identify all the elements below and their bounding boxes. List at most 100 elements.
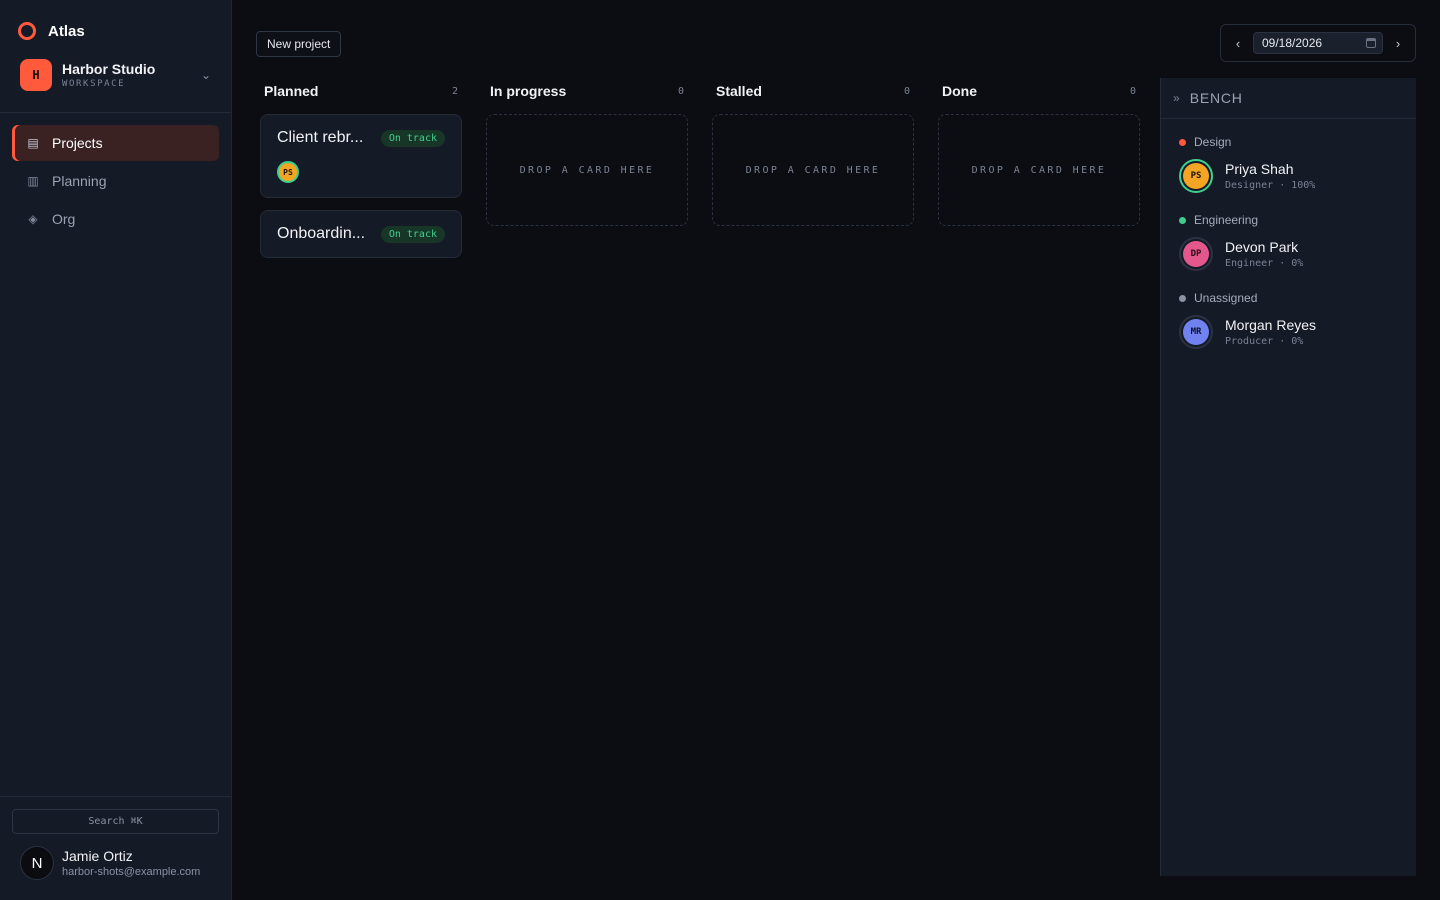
chevron-down-icon[interactable]: ⌄ [201,68,211,82]
group-name: Engineering [1194,213,1259,227]
column-body: DROP A CARD HERE [486,114,688,226]
person-role: Engineer [1225,258,1274,269]
group-name: Design [1194,135,1232,149]
calendar-icon[interactable] [1366,38,1376,48]
app-root: Atlas H Harbor Studio WORKSPACE ⌄ ▤ Proj… [0,0,1440,900]
column-count: 0 [903,85,910,97]
column-header: Planned 2 [260,78,462,104]
avatar-initials: MR [1183,319,1209,345]
user-profile[interactable]: N Jamie Ortiz harbor-shots@example.com [12,846,219,880]
column-in-progress: In progress 0 DROP A CARD HERE [486,78,688,270]
group-label: Design [1179,135,1398,149]
new-project-button[interactable]: New project [256,31,342,57]
card-header: Client rebr... On track [277,129,445,147]
column-body: DROP A CARD HERE [712,114,914,226]
avatar-initials: PS [1183,163,1209,189]
bench-person[interactable]: PS Priya Shah Designer · 100% [1179,159,1398,193]
sidebar-footer: Search ⌘K N Jamie Ortiz harbor-shots@exa… [0,796,231,900]
sidebar: Atlas H Harbor Studio WORKSPACE ⌄ ▤ Proj… [0,0,232,900]
card-header: Onboardin... On track [277,225,445,243]
column-done: Done 0 DROP A CARD HERE [938,78,1140,270]
sidebar-item-label: Org [52,211,76,227]
person-text: Priya Shah Designer · 100% [1225,161,1315,191]
card-title: Client rebr... [277,129,364,146]
bench-person[interactable]: MR Morgan Reyes Producer · 0% [1179,315,1398,349]
person-name: Priya Shah [1225,161,1294,177]
drop-zone[interactable]: DROP A CARD HERE [938,114,1140,226]
search-button[interactable]: Search ⌘K [12,809,219,834]
list-icon: ▤ [27,136,39,150]
date-input[interactable]: 09/18/2026 [1253,32,1383,54]
group-dot-icon [1179,216,1186,224]
bench-header[interactable]: » BENCH [1161,78,1416,119]
project-card[interactable]: Client rebr... On track PS [260,114,462,198]
sidebar-item-projects[interactable]: ▤ Projects [12,125,219,161]
person-text: Morgan Reyes Producer · 0% [1225,317,1316,347]
app-name: Atlas [48,22,85,40]
column-count: 0 [1129,85,1136,97]
status-badge: On track [380,225,445,243]
date-value: 09/18/2026 [1262,36,1323,50]
avatar: MR [1179,315,1213,349]
person-role: Designer [1225,180,1274,191]
person-meta: Producer · 0% [1225,336,1304,347]
column-title: Stalled [716,83,762,99]
drop-zone[interactable]: DROP A CARD HERE [486,114,688,226]
diamond-icon: ◈ [28,212,38,226]
status-badge: On track [380,129,445,147]
sidebar-item-org[interactable]: ◈ Org [12,201,219,237]
avatar: DP [1179,237,1213,271]
workspace-text: Harbor Studio WORKSPACE [62,61,191,89]
person-allocation: 0% [1291,336,1304,347]
column-count: 2 [451,85,458,97]
workspace-subtitle: WORKSPACE [62,79,126,89]
group-dot-icon [1179,138,1186,146]
column-body: Client rebr... On track PS Onboardin... … [260,114,462,258]
workspace-switcher[interactable]: H Harbor Studio WORKSPACE ⌄ [20,58,219,92]
bench-panel: » BENCH Design PS Priya Shah Designer · … [1160,78,1416,876]
person-role: Producer [1225,336,1274,347]
chevron-right-icon[interactable]: › [1389,36,1407,51]
sidebar-item-planning[interactable]: ▥ Planning [12,163,219,199]
column-planned: Planned 2 Client rebr... On track PS Onb… [260,78,462,270]
column-title: In progress [490,83,567,99]
user-text: Jamie Ortiz harbor-shots@example.com [62,848,200,878]
atlas-logo-icon [18,22,36,40]
bench-title: BENCH [1189,90,1243,106]
person-name: Morgan Reyes [1225,317,1317,333]
column-count: 0 [677,85,684,97]
person-meta: Engineer · 0% [1225,258,1304,269]
person-meta: Designer · 100% [1225,180,1316,191]
main-content: New project ‹ 09/18/2026 › Planned 2 Cli… [232,0,1440,900]
user-name: Jamie Ortiz [62,848,133,864]
bench-group-engineering: Engineering DP Devon Park Engineer · 0% [1161,193,1416,271]
bench-person[interactable]: DP Devon Park Engineer · 0% [1179,237,1398,271]
assignee-avatar: PS [277,161,299,183]
sidebar-item-label: Planning [52,173,107,189]
column-header: Done 0 [938,78,1140,104]
drop-zone[interactable]: DROP A CARD HERE [712,114,914,226]
collapse-icon[interactable]: » [1173,91,1180,105]
group-dot-icon [1179,294,1186,302]
column-header: Stalled 0 [712,78,914,104]
sidebar-nav: ▤ Projects ▥ Planning ◈ Org [0,113,231,239]
column-header: In progress 0 [486,78,688,104]
workspace-name: Harbor Studio [62,61,156,77]
bench-group-unassigned: Unassigned MR Morgan Reyes Producer · 0% [1161,271,1416,349]
group-label: Unassigned [1179,291,1398,305]
person-name: Devon Park [1225,239,1299,255]
group-name: Unassigned [1194,291,1258,305]
avatar: N [20,846,54,880]
person-text: Devon Park Engineer · 0% [1225,239,1303,269]
brand[interactable]: Atlas [0,0,231,44]
workspace-avatar: H [20,59,52,91]
column-body: DROP A CARD HERE [938,114,1140,226]
kanban-board: Planned 2 Client rebr... On track PS Onb… [260,78,1140,270]
project-card[interactable]: Onboardin... On track [260,210,462,258]
chevron-left-icon[interactable]: ‹ [1229,36,1247,51]
group-label: Engineering [1179,213,1398,227]
avatar-initials: DP [1183,241,1209,267]
columns-icon: ▥ [27,174,39,188]
avatar: PS [1179,159,1213,193]
card-title: Onboardin... [277,225,366,242]
